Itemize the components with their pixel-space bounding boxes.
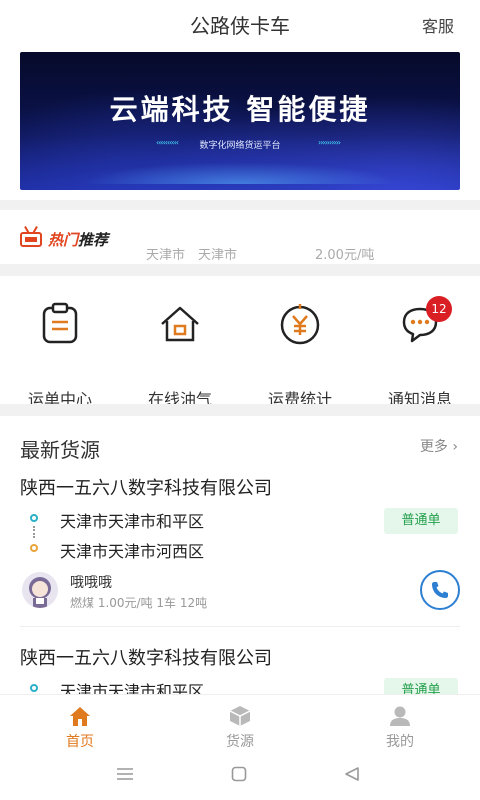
package-icon (229, 706, 251, 726)
menu-item-gas[interactable]: 在线油气 (120, 300, 240, 409)
home-square-icon[interactable] (231, 766, 247, 786)
hot-recommend-label: 热门推荐 (48, 231, 109, 249)
menu-icon[interactable] (116, 766, 134, 785)
system-nav-bar (0, 752, 480, 800)
cargo-info: 燃煤 1.00元/吨 1车 12吨 (70, 596, 208, 610)
gas-station-icon (161, 306, 199, 342)
menu-item-waybill[interactable]: 运单中心 (0, 300, 120, 409)
quick-menu: 运单中心 在线油气 运费统计 通知消息 (0, 276, 480, 409)
section-divider (0, 264, 480, 276)
latest-cargo-section: 最新货源 更多 › 陕西一五六八数字科技有限公司 天津市天津市和平区 天津市天津… (0, 416, 480, 706)
chevron-right-icon: › (452, 439, 458, 455)
call-button[interactable] (420, 570, 460, 610)
yuan-coin-icon (280, 304, 320, 345)
shipper-name: 哦哦哦 (70, 575, 112, 591)
tab-label: 货源 (226, 734, 254, 750)
company-name: 陕西一五六八数字科技有限公司 (20, 648, 272, 669)
cargo-card[interactable]: 陕西一五六八数字科技有限公司 天津市天津市和平区 天津市天津市河西区 普通单 哦… (0, 474, 480, 630)
promo-banner[interactable]: 云端科技 智能便捷 ‹‹‹‹‹‹‹‹‹‹ 数字化网络货运平台 ›››››››››… (20, 52, 460, 190)
unread-count-badge: 12 (426, 296, 452, 322)
customer-service-link[interactable]: 客服 (422, 13, 454, 37)
tab-mine[interactable]: 我的 (320, 701, 480, 753)
destination-dot-icon (30, 544, 38, 552)
banner-glow-decoration (80, 162, 400, 184)
avatar (22, 572, 58, 608)
tab-label: 首页 (66, 734, 94, 750)
app-header: 公路侠卡车 客服 (0, 0, 480, 46)
banner-headline: 云端科技 智能便捷 (109, 93, 371, 126)
phone-icon (432, 582, 448, 598)
banner-right-arrows-icon: ›››››››››› (318, 138, 341, 147)
order-type-tag: 普通单 (384, 508, 458, 534)
destination-address: 天津市天津市河西区 (60, 542, 205, 561)
origin-dot-icon (30, 514, 38, 522)
hot-recommend-ticker[interactable]: 天津市 天津市 2.00元/吨 (146, 244, 374, 263)
bottom-tab-bar: 首页 货源 我的 (0, 694, 480, 752)
user-icon (390, 706, 410, 726)
tab-home[interactable]: 首页 (0, 701, 160, 753)
section-divider (0, 200, 480, 210)
company-name: 陕西一五六八数字科技有限公司 (20, 478, 272, 499)
section-title: 最新货源 (20, 438, 100, 462)
banner-subtitle: 数字化网络货运平台 (199, 141, 281, 151)
waybill-icon (42, 302, 78, 344)
more-link[interactable]: 更多 › (420, 436, 458, 456)
section-divider (0, 404, 480, 416)
page-title: 公路侠卡车 (190, 14, 290, 38)
tab-cargo[interactable]: 货源 (160, 701, 320, 753)
menu-item-messages[interactable]: 通知消息 (360, 300, 480, 409)
card-divider (20, 626, 460, 627)
hot-recommend-bar[interactable]: 热门推荐 天津市 天津市 2.00元/吨 (0, 210, 480, 264)
origin-address: 天津市天津市和平区 (60, 512, 205, 531)
route-connector (33, 526, 35, 538)
origin-dot-icon (30, 684, 38, 692)
tab-label: 我的 (386, 734, 414, 750)
tv-icon (20, 226, 44, 248)
menu-item-freight-stats[interactable]: 运费统计 (240, 300, 360, 409)
home-icon (70, 707, 90, 726)
back-icon[interactable] (344, 766, 360, 786)
